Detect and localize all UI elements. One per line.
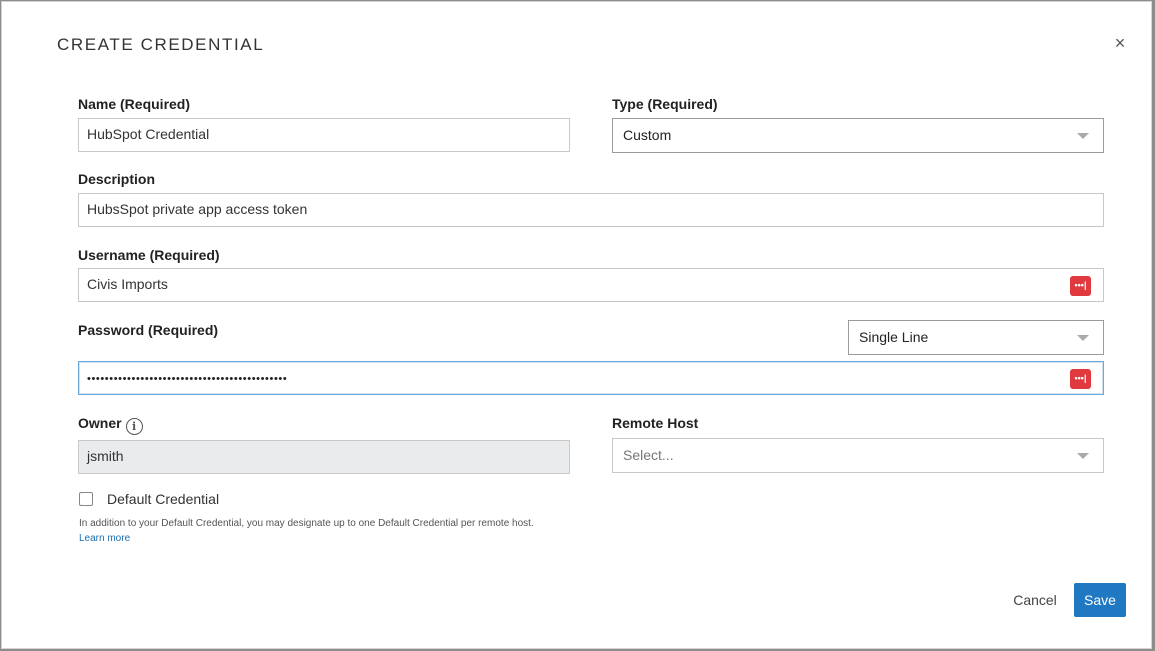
password-mode-value: Single Line: [859, 329, 929, 345]
username-label: Username (Required): [78, 247, 220, 263]
password-manager-icon[interactable]: •••|: [1070, 276, 1091, 296]
type-label: Type (Required): [612, 96, 718, 112]
owner-input: jsmith: [78, 440, 570, 474]
type-select[interactable]: Custom: [612, 118, 1104, 153]
password-label: Password (Required): [78, 322, 219, 338]
cancel-button[interactable]: Cancel: [1006, 584, 1064, 616]
default-credential-help-text: In addition to your Default Credential, …: [79, 518, 534, 529]
type-select-value: Custom: [623, 127, 672, 143]
password-manager-icon[interactable]: •••|: [1070, 369, 1091, 389]
default-credential-label[interactable]: Default Credential: [107, 491, 219, 507]
dialog-title: CREATE CREDENTIAL: [57, 35, 265, 54]
owner-label: Owner i: [78, 415, 143, 435]
remote-host-label: Remote Host: [612, 415, 699, 431]
description-label: Description: [78, 171, 156, 187]
default-credential-checkbox[interactable]: [79, 492, 93, 506]
description-input[interactable]: HubsSpot private app access token: [78, 193, 1104, 227]
password-input[interactable]: ••••••••••••••••••••••••••••••••••••••••…: [78, 361, 1104, 395]
remote-host-select[interactable]: Select...: [612, 438, 1104, 473]
password-mode-select[interactable]: Single Line: [848, 320, 1104, 355]
learn-more-link[interactable]: Learn more: [79, 533, 130, 544]
password-masked-value: ••••••••••••••••••••••••••••••••••••••••…: [87, 373, 288, 385]
info-icon[interactable]: i: [125, 418, 143, 435]
name-label: Name (Required): [78, 96, 191, 112]
create-credential-dialog: CREATE CREDENTIAL × Name (Required) HubS…: [1, 1, 1152, 649]
username-value: Civis Imports: [87, 276, 168, 292]
save-button[interactable]: Save: [1074, 583, 1126, 617]
remote-host-placeholder: Select...: [623, 447, 674, 463]
username-input[interactable]: Civis Imports •••|: [78, 268, 1104, 302]
name-input[interactable]: HubSpot Credential: [78, 118, 570, 152]
chevron-down-icon: [1077, 335, 1089, 341]
owner-label-text: Owner: [78, 415, 122, 431]
chevron-down-icon: [1077, 453, 1089, 459]
close-icon[interactable]: ×: [1111, 33, 1129, 53]
chevron-down-icon: [1077, 133, 1089, 139]
